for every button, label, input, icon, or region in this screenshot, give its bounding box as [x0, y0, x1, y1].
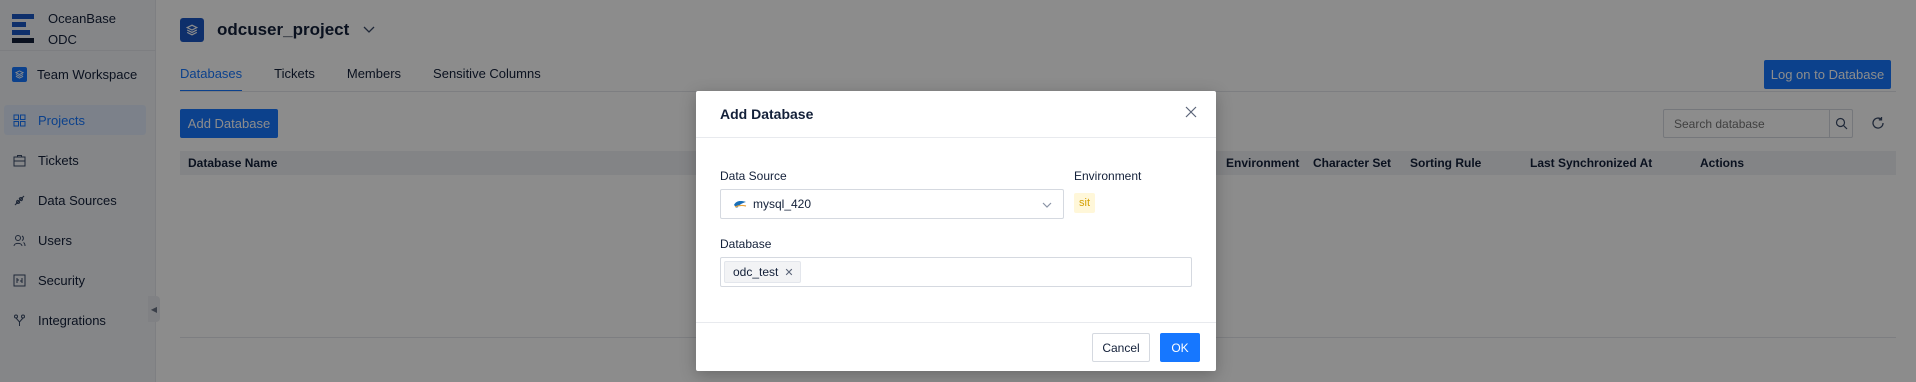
environment-tag: sit	[1074, 193, 1095, 213]
mysql-icon	[734, 201, 747, 208]
modal-header-divider	[696, 137, 1216, 138]
chip-label: odc_test	[733, 265, 779, 279]
modal-footer-divider	[696, 322, 1216, 323]
environment-label: Environment	[1074, 169, 1142, 183]
database-multiselect[interactable]: odc_test ✕	[720, 257, 1192, 287]
cancel-button[interactable]: Cancel	[1092, 333, 1150, 362]
remove-chip-icon[interactable]: ✕	[784, 266, 793, 279]
selected-database-chip: odc_test ✕	[724, 261, 801, 283]
ok-button[interactable]: OK	[1160, 333, 1200, 362]
data-source-select[interactable]: mysql_420	[720, 189, 1064, 219]
add-database-modal: Add Database Data Source mysql_420 Envir…	[696, 91, 1216, 371]
database-label: Database	[720, 237, 772, 251]
data-source-value: mysql_420	[753, 197, 812, 211]
data-source-label: Data Source	[720, 169, 787, 183]
close-icon[interactable]	[1185, 106, 1199, 120]
modal-title: Add Database	[720, 106, 814, 122]
chevron-down-icon	[1041, 199, 1053, 211]
